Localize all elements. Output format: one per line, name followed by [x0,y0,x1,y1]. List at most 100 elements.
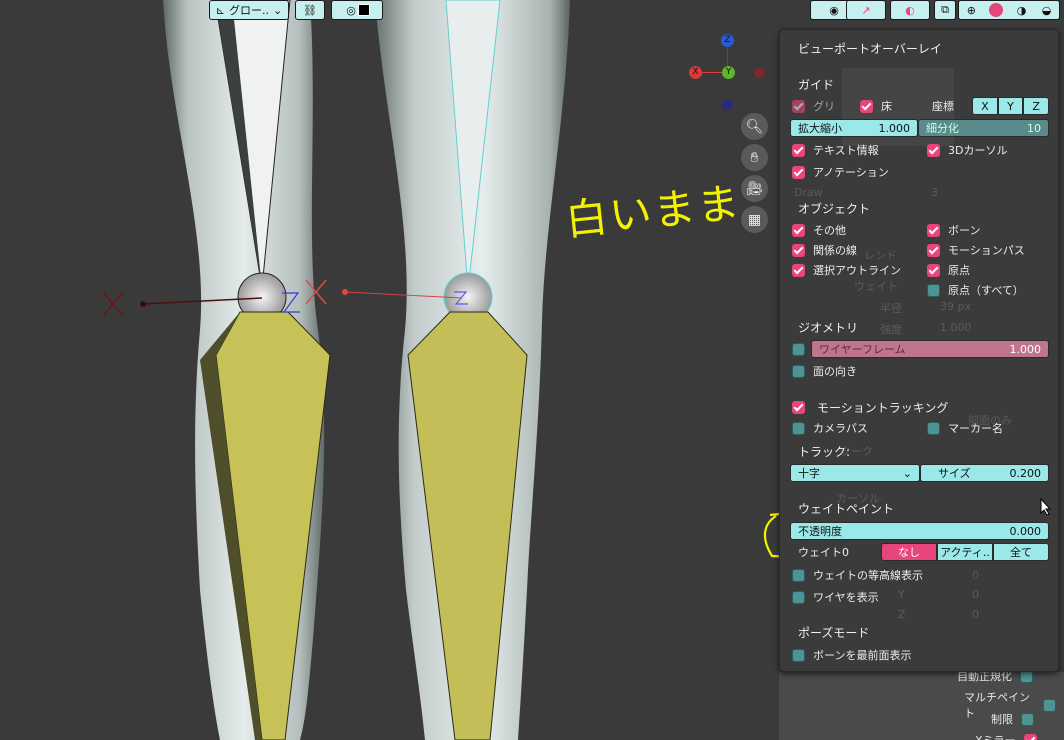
grid-toggle[interactable]: グリ [792,97,835,115]
track-size-label: サイズ [938,467,971,480]
pan-hand-icon[interactable]: ✋︎ [741,144,768,171]
pose-mode-header: ポーズモード [798,626,870,640]
bone-front-checkbox[interactable] [792,648,805,662]
axes-label: 座標 [932,100,954,113]
extras-label: その他 [813,224,846,237]
face-orientation-toggle[interactable]: 面の向き [792,362,857,380]
weight-opacity-field[interactable]: 不透明度 0.000 [790,522,1049,540]
rendered-shading-icon[interactable]: ◒ [1040,4,1054,17]
bone-front-toggle[interactable]: ボーンを最前面表示 [792,646,911,664]
axis-x-icon[interactable]: X [689,66,702,79]
track-type-dropdown[interactable]: 十字 ⌄ [790,464,920,482]
annotation-label: アノテーション [813,166,889,179]
show-wire-checkbox[interactable] [792,590,805,604]
scale-field[interactable]: 拡大縮小 1.000 [790,119,918,137]
popover-title: ビューポートオーバーレイ [798,42,942,56]
motion-paths-checkbox[interactable] [927,243,940,257]
origins-all-checkbox[interactable] [927,283,940,297]
wireframe-toggle[interactable] [792,340,813,358]
axis-neg-x-icon[interactable] [754,67,765,78]
wireframe-shading-icon[interactable]: ⊕ [965,4,978,17]
zero-weights-none[interactable]: なし [881,543,937,561]
motion-tracking-checkbox[interactable] [792,400,805,414]
relationships-checkbox[interactable] [792,243,805,257]
wireframe-value: 1.000 [1009,342,1042,356]
motion-paths-toggle[interactable]: モーションパス [927,241,1025,259]
multipaint-checkbox[interactable] [1043,698,1056,712]
weight-paint-header: ウェイトペイント [798,502,895,516]
axis-neg-z-icon[interactable] [722,99,733,110]
origins-all-toggle[interactable]: 原点（すべて） [927,281,1024,299]
subdivision-field[interactable]: 細分化 10 [918,119,1049,137]
3d-cursor-label: 3Dカーソル [948,144,1008,157]
axes-toggles[interactable]: X Y Z [972,97,1050,115]
snap-toggle[interactable]: ◎ [331,0,383,20]
snap-icon: ◎ [346,3,356,17]
grid-checkbox[interactable] [792,99,805,113]
relationships-toggle[interactable]: 関係の線 [792,241,857,259]
grid-icon[interactable]: ▦ [741,206,768,233]
wireframe-checkbox[interactable] [792,342,805,356]
xmirror-checkbox[interactable] [1023,733,1037,740]
show-wire-label: ワイヤを表示 [813,591,879,604]
axis-y-toggle[interactable]: Y [997,97,1024,115]
xmirror-label: Xミラー [975,732,1016,740]
marker-names-toggle[interactable]: マーカー名 [927,419,1003,437]
zero-weights-all[interactable]: 全て [993,543,1049,561]
text-info-label: テキスト情報 [813,144,879,157]
solid-shading-icon[interactable] [989,3,1004,17]
ghost-draw: Draw [794,186,823,199]
gizmo-toggle[interactable]: ↗ [846,0,886,20]
ghost-zero-c: 0 [972,608,979,621]
camera-path-toggle[interactable]: カメラパス [792,419,868,437]
overlays-toggle[interactable]: ◐ [890,0,930,20]
outline-toggle[interactable]: 選択アウトライン [792,261,901,279]
zoom-icon[interactable]: 🔍︎ [741,113,768,140]
floor-checkbox[interactable] [860,99,873,113]
3d-cursor-toggle[interactable]: 3Dカーソル [927,141,1007,159]
text-info-checkbox[interactable] [792,143,805,157]
axis-x-toggle[interactable]: X [972,97,998,115]
navigation-gizmo[interactable]: Z X Y [686,32,766,112]
text-info-toggle[interactable]: テキスト情報 [792,141,879,159]
track-size-field[interactable]: サイズ 0.200 [920,464,1049,482]
zero-weights-selector[interactable]: なし アクティ.. 全て [881,543,1049,561]
origins-toggle[interactable]: 原点 [927,261,970,279]
weight-contours-toggle[interactable]: ウェイトの等高線表示 [792,566,923,584]
annotation-checkbox[interactable] [792,165,805,179]
outline-label: 選択アウトライン [813,264,901,277]
face-orientation-label: 面の向き [813,365,857,378]
face-orientation-checkbox[interactable] [792,364,805,378]
camera-icon[interactable]: 🎥︎ [741,175,768,202]
3d-cursor-checkbox[interactable] [927,143,940,157]
orientation-icon: ⊾ [215,3,225,17]
material-shading-icon[interactable]: ◑ [1015,4,1029,17]
floor-toggle[interactable]: 床 [860,97,892,115]
annotation-toggle[interactable]: アノテーション [792,163,889,181]
zero-weights-active[interactable]: アクティ.. [937,543,993,561]
wireframe-field[interactable]: ワイヤーフレーム 1.000 [811,340,1049,358]
xray-toggle[interactable]: ⧉ [934,0,956,20]
motion-tracking-toggle[interactable]: モーショントラッキング [792,398,948,416]
extras-toggle[interactable]: その他 [792,221,846,239]
scale-value: 1.000 [878,121,911,135]
restrict-checkbox[interactable] [1021,712,1034,726]
shading-modes[interactable]: ⊕ ◑ ◒ [958,0,1060,20]
origins-checkbox[interactable] [927,263,940,277]
extras-checkbox[interactable] [792,223,805,237]
camera-path-label: カメラパス [813,422,868,435]
bones-toggle[interactable]: ボーン [927,221,980,239]
pivot-point-dropdown[interactable]: ⛓ [295,0,325,20]
camera-path-checkbox[interactable] [792,421,805,435]
guides-header: ガイド [798,78,835,92]
axis-z-toggle[interactable]: Z [1023,97,1050,115]
axis-z-icon[interactable]: Z [721,34,734,47]
marker-names-checkbox[interactable] [927,421,940,435]
transform-orientation-dropdown[interactable]: ⊾ グロー.. ⌄ [209,0,289,20]
axis-y-icon[interactable]: Y [722,66,735,79]
outline-checkbox[interactable] [792,263,805,277]
mouse-pointer-icon [1040,498,1052,516]
weight-contours-checkbox[interactable] [792,568,805,582]
bones-checkbox[interactable] [927,223,940,237]
show-wire-toggle[interactable]: ワイヤを表示 [792,588,879,606]
